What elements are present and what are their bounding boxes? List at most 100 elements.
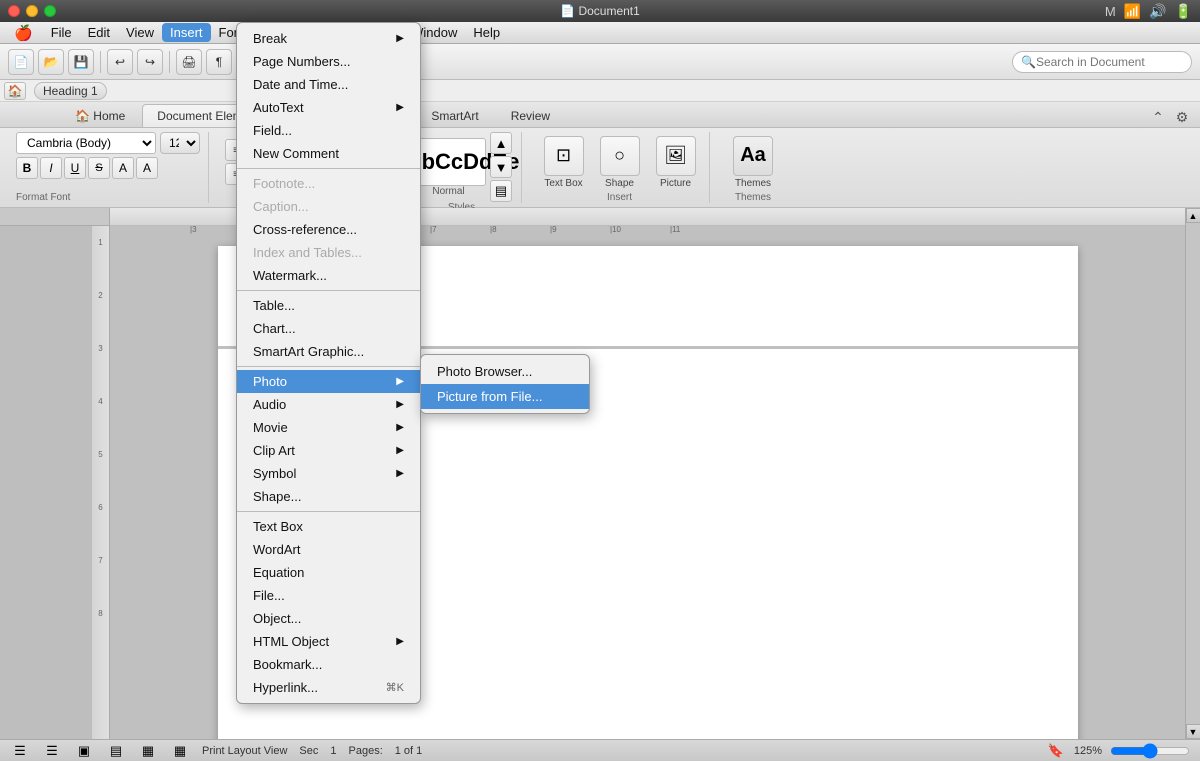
menu-new-comment[interactable]: New Comment <box>237 142 420 165</box>
view-label: Print Layout View <box>202 745 287 757</box>
toolbar-save-btn[interactable]: 💾 <box>68 49 94 75</box>
menu-help[interactable]: Help <box>465 23 508 42</box>
tab-smartart[interactable]: SmartArt <box>416 104 493 127</box>
italic-button[interactable]: I <box>40 157 62 179</box>
autotext-arrow: ▶ <box>396 102 404 113</box>
minimize-button[interactable] <box>26 5 38 17</box>
menu-date-time[interactable]: Date and Time... <box>237 73 420 96</box>
menu-view[interactable]: View <box>118 23 162 42</box>
close-button[interactable] <box>8 5 20 17</box>
toolbar-redo-btn[interactable]: ↪ <box>137 49 163 75</box>
menu-photo[interactable]: Photo ▶ <box>237 370 420 393</box>
menu-audio[interactable]: Audio ▶ <box>237 393 420 416</box>
view-doc-btn[interactable]: ▤ <box>106 741 126 761</box>
toolbar-undo-btn[interactable]: ↩ <box>107 49 133 75</box>
zoom-slider[interactable] <box>1110 746 1190 756</box>
menu-file[interactable]: File <box>43 23 80 42</box>
bold-button[interactable]: B <box>16 157 38 179</box>
insert-picture-btn[interactable]: 🖼 Picture <box>651 136 701 189</box>
ribbon-group-insert: ⊡ Text Box ○ Shape 🖼 Picture Insert <box>530 132 710 203</box>
tab-home[interactable]: 🏠 Home <box>60 104 140 127</box>
style-name: Normal <box>432 186 464 197</box>
breadcrumb-heading[interactable]: Heading 1 <box>34 82 107 100</box>
view-cols-btn[interactable]: ▦ <box>170 741 190 761</box>
search-icon: 🔍 <box>1021 55 1036 69</box>
left-sidebar: 1 2 3 4 5 6 7 8 <box>0 208 110 739</box>
menu-shape[interactable]: Shape... <box>237 485 420 508</box>
menu-text-box[interactable]: Text Box <box>237 515 420 538</box>
toolbar-new-btn[interactable]: 📄 <box>8 49 34 75</box>
object-label: Object... <box>253 611 301 626</box>
font-size-select[interactable]: 12 <box>160 132 200 154</box>
toolbar-open-btn[interactable]: 📂 <box>38 49 64 75</box>
insert-textbox-btn[interactable]: ⊡ Text Box <box>539 136 589 189</box>
menu-watermark[interactable]: Watermark... <box>237 264 420 287</box>
movie-label: Movie <box>253 420 288 435</box>
photo-submenu: Photo Browser... Picture from File... <box>420 354 590 414</box>
menu-page-numbers[interactable]: Page Numbers... <box>237 50 420 73</box>
menu-cross-ref[interactable]: Cross-reference... <box>237 218 420 241</box>
battery-icon: 🔋 <box>1175 3 1192 20</box>
strikethrough-button[interactable]: S <box>88 157 110 179</box>
menu-file[interactable]: File... <box>237 584 420 607</box>
menu-equation[interactable]: Equation <box>237 561 420 584</box>
watermark-label: Watermark... <box>253 268 327 283</box>
style-preview[interactable]: AaBbCcDdEe Normal <box>411 138 486 197</box>
autotext-label: AutoText <box>253 100 304 115</box>
menu-autotext[interactable]: AutoText ▶ <box>237 96 420 119</box>
menu-html-object[interactable]: HTML Object ▶ <box>237 630 420 653</box>
style-side-buttons: ▲ ▼ ▤ <box>490 132 512 202</box>
textbox-label: Text Box <box>544 178 582 189</box>
status-right: 🔖 125% <box>1046 741 1190 761</box>
menu-break[interactable]: Break ▶ <box>237 27 420 50</box>
themes-button[interactable]: Aa Themes <box>733 136 773 189</box>
search-input[interactable] <box>1036 55 1183 69</box>
menu-chart[interactable]: Chart... <box>237 317 420 340</box>
submenu-photo-browser[interactable]: Photo Browser... <box>421 359 589 384</box>
nav-home-btn[interactable]: 🏠 <box>4 82 26 100</box>
view-list-btn[interactable]: ☰ <box>42 741 62 761</box>
insert-shape-btn[interactable]: ○ Shape <box>595 136 645 189</box>
style-expand-btn[interactable]: ▤ <box>490 180 512 202</box>
underline-button[interactable]: U <box>64 157 86 179</box>
submenu-picture-from-file[interactable]: Picture from File... <box>421 384 589 409</box>
bookmark-icon[interactable]: 🔖 <box>1046 741 1066 761</box>
toolbar-print-btn[interactable]: 🖨 <box>176 49 202 75</box>
separator-3 <box>237 366 420 367</box>
menu-bookmark[interactable]: Bookmark... <box>237 653 420 676</box>
view-grid-btn[interactable]: ▣ <box>74 741 94 761</box>
menu-edit[interactable]: Edit <box>80 23 118 42</box>
menu-hyperlink[interactable]: Hyperlink... ⌘K <box>237 676 420 699</box>
view-split-btn[interactable]: ▦ <box>138 741 158 761</box>
style-down-btn[interactable]: ▼ <box>490 156 512 178</box>
menu-object[interactable]: Object... <box>237 607 420 630</box>
menu-field[interactable]: Field... <box>237 119 420 142</box>
audio-label: Audio <box>253 397 286 412</box>
menu-wordart[interactable]: WordArt <box>237 538 420 561</box>
menu-clipart[interactable]: Clip Art ▶ <box>237 439 420 462</box>
ribbon-settings-btn[interactable]: ⚙ <box>1172 107 1192 127</box>
pages-value: 1 of 1 <box>395 745 423 757</box>
menu-symbol[interactable]: Symbol ▶ <box>237 462 420 485</box>
color-button[interactable]: A <box>136 157 158 179</box>
search-area[interactable]: 🔍 <box>1012 51 1192 73</box>
apple-menu[interactable]: 🍎 <box>4 22 43 44</box>
highlight-button[interactable]: A <box>112 157 134 179</box>
pages-label: Pages: <box>349 745 383 757</box>
toolbar-pilcrow-btn[interactable]: ¶ <box>206 49 232 75</box>
scroll-down-btn[interactable]: ▼ <box>1186 724 1200 739</box>
right-scrollbar[interactable]: ▲ ▼ <box>1185 208 1200 739</box>
font-family-select[interactable]: Cambria (Body) <box>16 132 156 154</box>
menu-insert[interactable]: Insert <box>162 23 211 42</box>
ribbon-collapse-btn[interactable]: ⌃ <box>1148 107 1168 127</box>
menu-table[interactable]: Table... <box>237 294 420 317</box>
maximize-button[interactable] <box>44 5 56 17</box>
menu-movie[interactable]: Movie ▶ <box>237 416 420 439</box>
style-up-btn[interactable]: ▲ <box>490 132 512 154</box>
tab-review[interactable]: Review <box>496 104 565 127</box>
toolbar-sep-2 <box>169 51 170 73</box>
menu-smartart[interactable]: SmartArt Graphic... <box>237 340 420 363</box>
view-outline-btn[interactable]: ☰ <box>10 741 30 761</box>
separator-2 <box>237 290 420 291</box>
scroll-up-btn[interactable]: ▲ <box>1186 208 1200 223</box>
